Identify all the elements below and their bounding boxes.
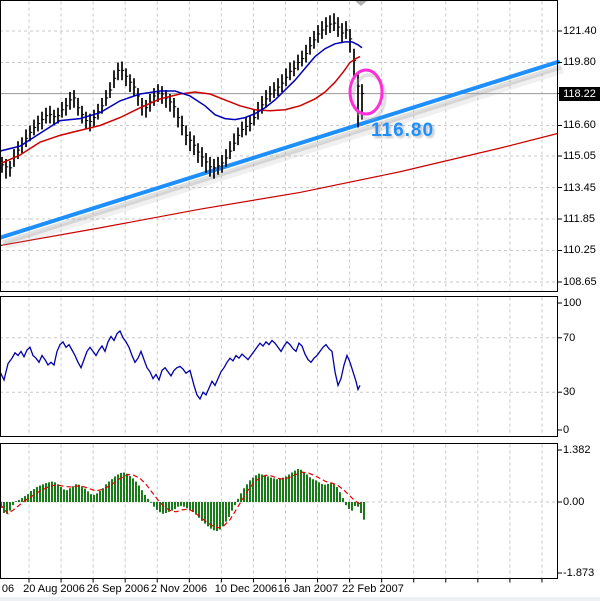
trading-chart-window: 121.40 119.80 116.60 115.05 113.45 111.85 110.… [0,0,600,601]
trendline-value-annotation: 116.80 [371,120,435,141]
rsi-tick-label: 70 [563,331,576,344]
price-tick-label: 115.05 [563,150,596,162]
price-tick-label: 119.80 [563,56,596,69]
date-tick-label: 22 Feb 2007 [342,583,404,595]
price-tick-label: 110.25 [563,244,596,257]
current-price-badge: 118.22 [559,87,600,101]
macd-tick-label: 1.382 [563,444,591,456]
chart-canvas[interactable] [0,0,600,601]
macd-tick-label: -1.873 [563,567,595,579]
price-tick-label: 113.45 [563,181,596,194]
price-tick-label: 111.85 [563,213,596,225]
macd-tick-label: 0.00 [563,496,585,508]
price-tick-label: 121.40 [563,25,597,37]
rsi-tick-label: 0 [563,424,570,436]
price-tick-label: 116.60 [563,119,596,132]
rsi-tick-label: 30 [563,386,576,399]
price-tick-label: 108.65 [563,275,597,288]
rsi-tick-label: 100 [563,297,582,309]
window-edge [0,597,600,601]
